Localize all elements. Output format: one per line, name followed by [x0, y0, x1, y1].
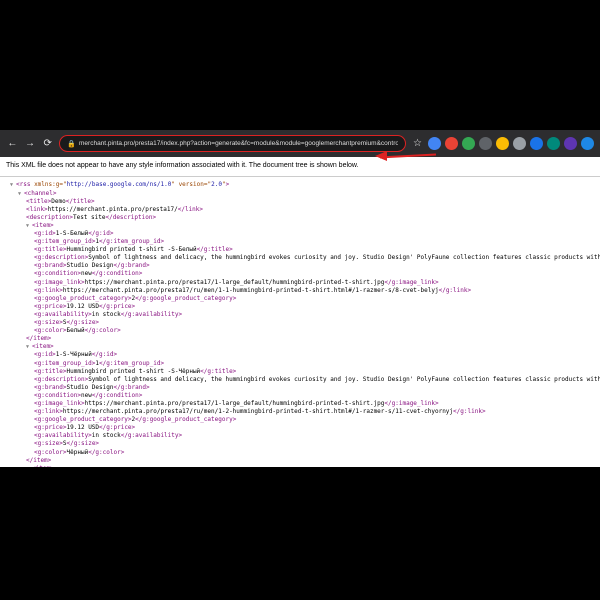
url-text: merchant.pinta.pro/presta17/index.php?ac…: [79, 140, 398, 147]
bookmark-icon[interactable]: ☆: [411, 137, 424, 150]
forward-button[interactable]: →: [24, 137, 37, 150]
xml-viewer: This XML file does not appear to have an…: [0, 157, 600, 467]
address-bar[interactable]: 🔒 merchant.pinta.pro/presta17/index.php?…: [59, 135, 406, 152]
browser-toolbar: ← → ⟳ 🔒 merchant.pinta.pro/presta17/inde…: [0, 130, 600, 157]
ext-icon[interactable]: [462, 137, 475, 150]
xml-notice: This XML file does not appear to have an…: [0, 157, 600, 174]
ext-icon[interactable]: [479, 137, 492, 150]
xml-tree: ▼<rss xmlns:g="http://base.google.com/ns…: [0, 179, 600, 467]
ext-icon[interactable]: [428, 137, 441, 150]
ext-icon[interactable]: [513, 137, 526, 150]
back-button[interactable]: ←: [6, 137, 19, 150]
ext-icon[interactable]: [581, 137, 594, 150]
ext-icon[interactable]: [547, 137, 560, 150]
ext-icon[interactable]: [445, 137, 458, 150]
lock-icon: 🔒: [67, 140, 75, 148]
ext-icon[interactable]: [564, 137, 577, 150]
ext-icon[interactable]: [496, 137, 509, 150]
extensions-row: ☆: [411, 137, 594, 150]
ext-icon[interactable]: [530, 137, 543, 150]
divider: [0, 176, 600, 177]
reload-button[interactable]: ⟳: [41, 137, 54, 150]
